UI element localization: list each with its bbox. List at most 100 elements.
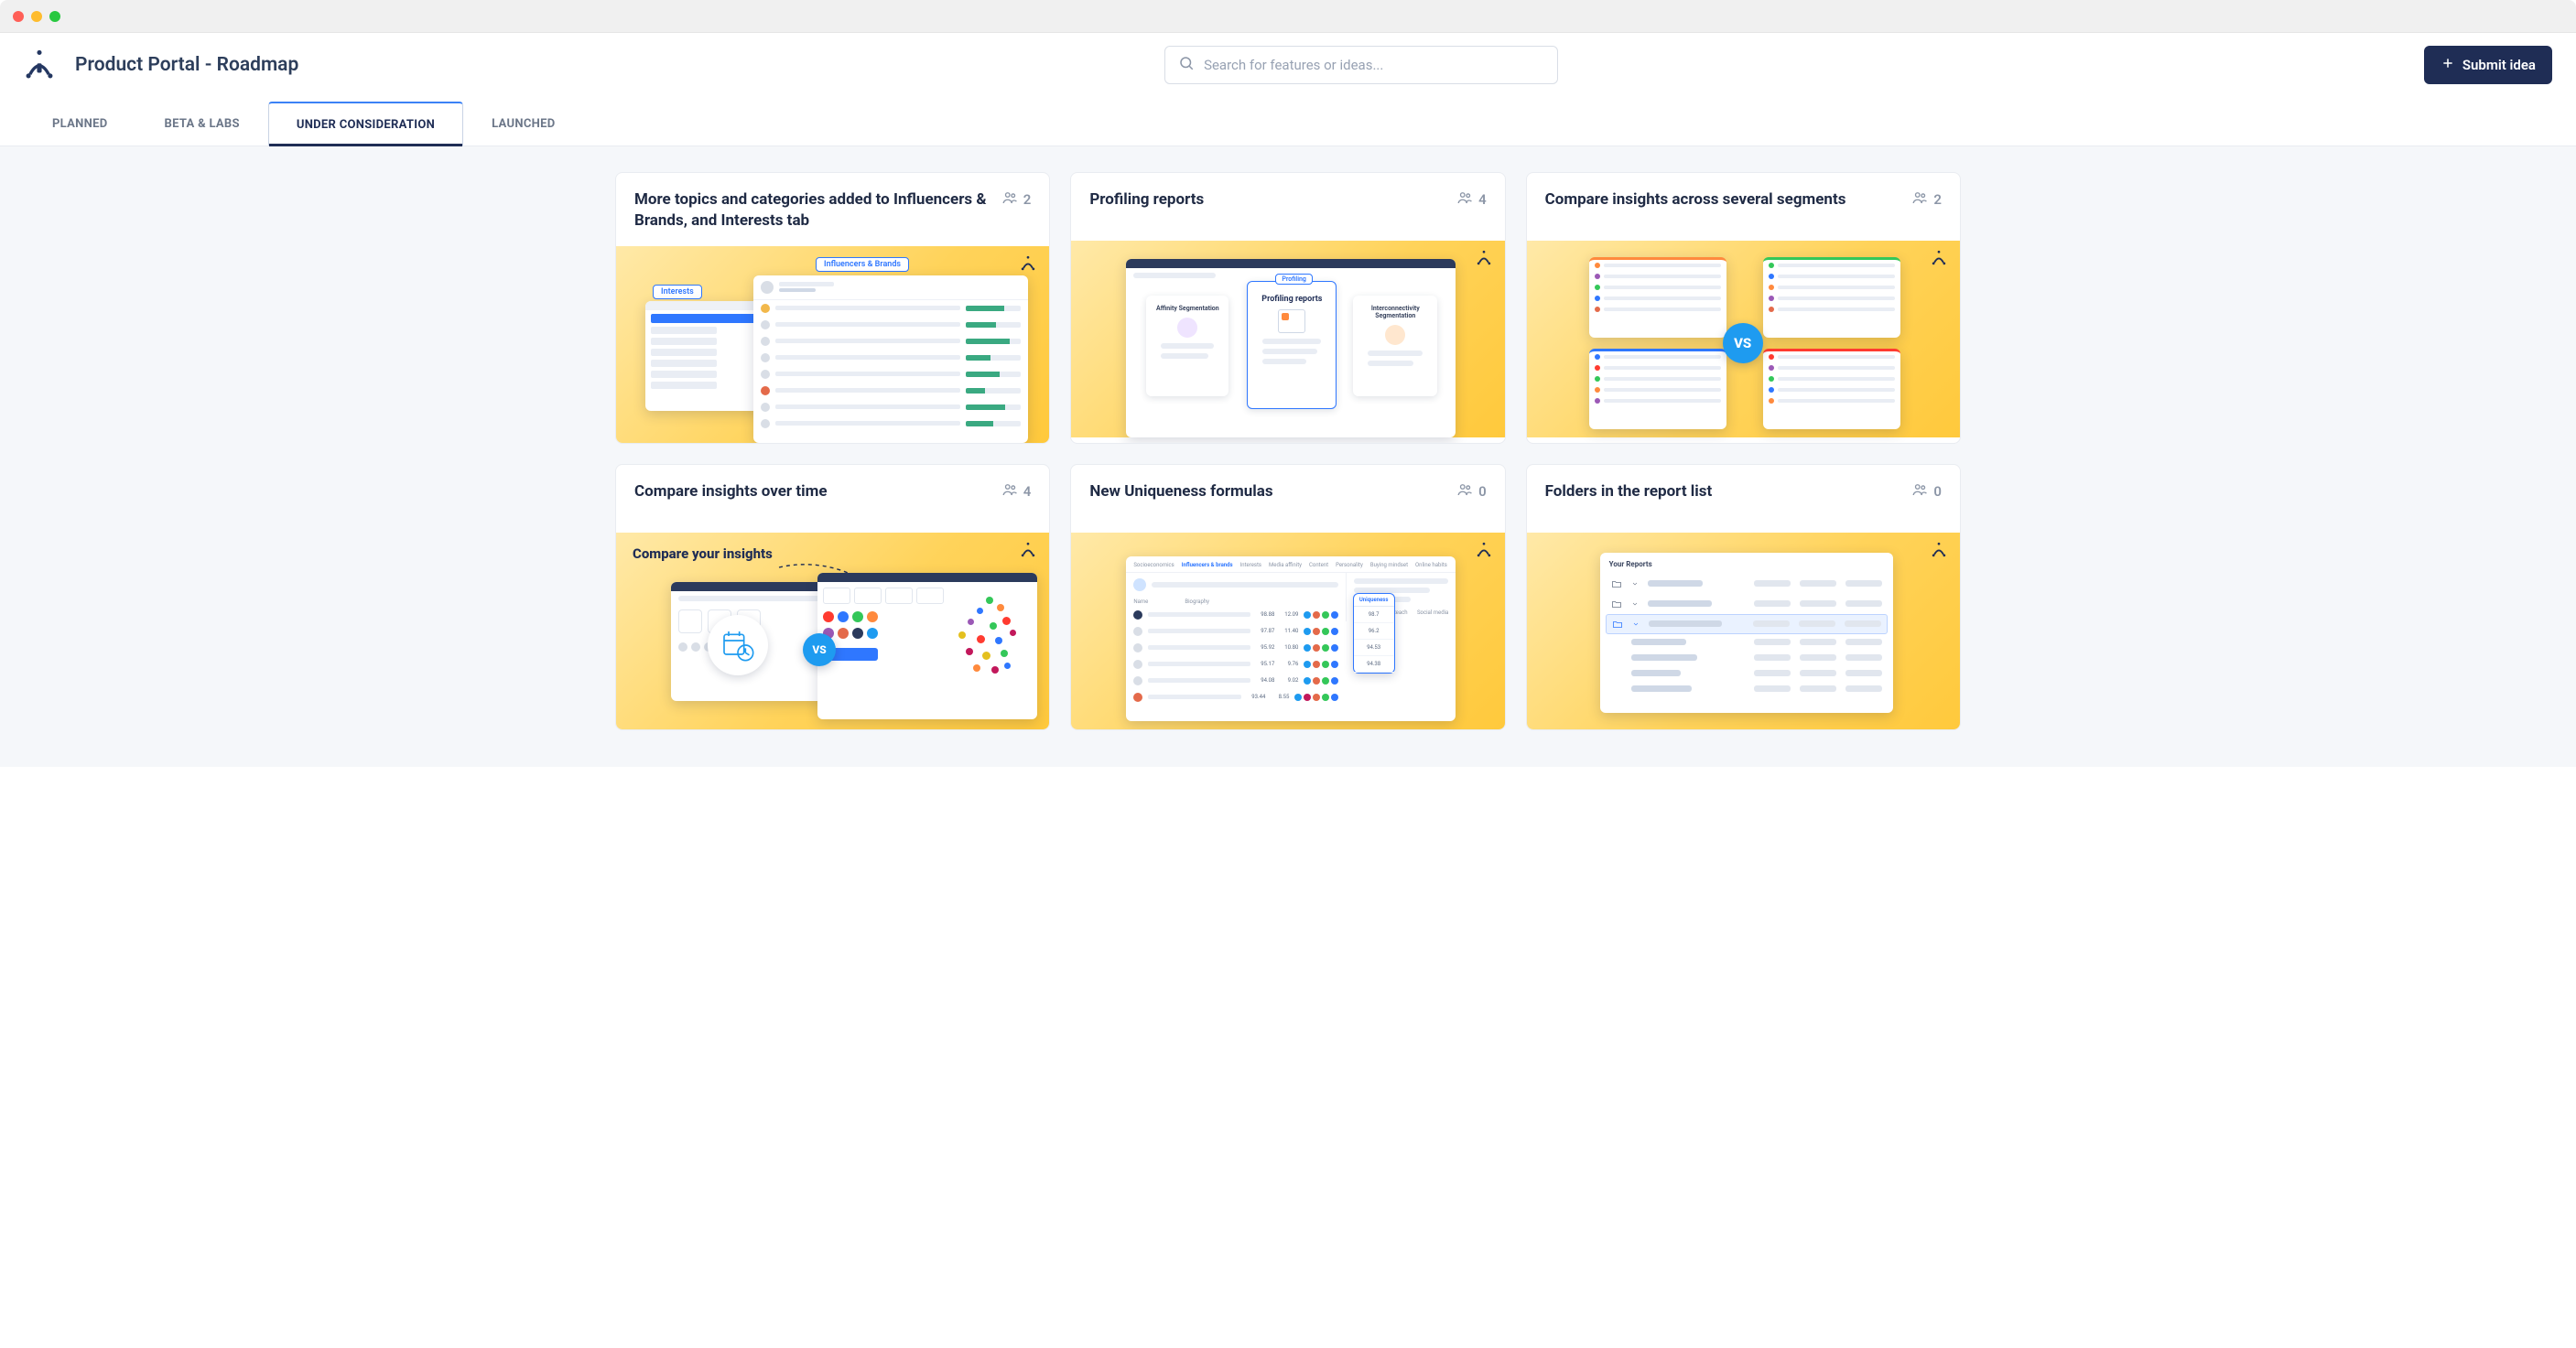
tab-label: PLANNED (52, 117, 107, 131)
popup-value: 94.53 (1354, 640, 1394, 656)
vs-badge: VS (803, 633, 836, 666)
vote-number: 0 (1478, 483, 1487, 500)
tab-label: LAUNCHED (492, 117, 555, 131)
brand-mini-icon (1476, 542, 1492, 562)
preview-headline: Compare your insights (633, 545, 773, 562)
card-header: Folders in the report list 0 (1527, 465, 1960, 533)
folder-icon (1611, 578, 1622, 589)
mock-window (645, 301, 764, 411)
card-title: Folders in the report list (1545, 481, 1898, 502)
mock-window (1763, 349, 1900, 429)
tab-label: BETA & LABS (164, 117, 239, 131)
search-wrap (319, 46, 2404, 84)
traffic-light-zoom[interactable] (49, 11, 60, 22)
card-preview: VS (1527, 241, 1960, 437)
users-icon (1911, 189, 1928, 210)
card-preview: Interests Influencers & Brands (616, 246, 1049, 443)
vote-count[interactable]: 0 (1456, 481, 1487, 501)
vote-count[interactable]: 2 (1001, 189, 1032, 210)
brand-mini-icon (1476, 250, 1492, 270)
mock-card: Interconnectivity Segmentation (1353, 296, 1437, 396)
mock-window: SocioeconomicsInfluencers & brandsIntere… (1126, 556, 1456, 721)
idea-card[interactable]: New Uniqueness formulas 0 Socioeconomics… (1070, 464, 1505, 730)
idea-card[interactable]: Compare insights over time 4 Compare you… (615, 464, 1050, 730)
vote-count[interactable]: 4 (1456, 189, 1487, 210)
submit-idea-label: Submit idea (2462, 57, 2536, 73)
status-tabs: PLANNED BETA & LABS UNDER CONSIDERATION … (0, 101, 2576, 146)
brand-mini-icon (1020, 255, 1036, 275)
chevron-down-icon (1631, 580, 1639, 588)
mock-card-active: Profiling Profiling reports (1247, 281, 1337, 409)
mock-window (753, 275, 1028, 443)
popup-header: Uniqueness (1354, 594, 1394, 607)
brand-mini-icon (1931, 542, 1947, 562)
page-title: Product Portal - Roadmap (75, 54, 298, 76)
users-icon (1001, 481, 1018, 501)
vs-badge: VS (1723, 323, 1763, 363)
mock-pill: Profiling (1275, 274, 1313, 285)
card-preview: Compare your insights (616, 533, 1049, 729)
card-header: New Uniqueness formulas 0 (1071, 465, 1504, 533)
idea-card[interactable]: Compare insights across several segments… (1526, 172, 1961, 444)
users-icon (1456, 481, 1473, 501)
brand-mini-icon (1020, 542, 1036, 562)
folder-icon (1611, 599, 1622, 609)
brand-mini-icon (1931, 250, 1947, 270)
card-header: More topics and categories added to Infl… (616, 173, 1049, 246)
card-grid: More topics and categories added to Infl… (615, 172, 1961, 730)
mock-card-title: Affinity Segmentation (1153, 305, 1221, 312)
folder-open-icon (1612, 619, 1623, 630)
search-icon (1178, 55, 1195, 75)
vote-number: 4 (1478, 191, 1487, 208)
card-header: Compare insights over time 4 (616, 465, 1049, 533)
popup-value: 96.2 (1354, 623, 1394, 640)
users-icon (1001, 189, 1018, 210)
search-box[interactable] (1164, 46, 1558, 84)
submit-idea-button[interactable]: Submit idea (2424, 46, 2552, 84)
card-header: Profiling reports 4 (1071, 173, 1504, 241)
idea-card[interactable]: Profiling reports 4 Affinity Segmentatio… (1070, 172, 1505, 444)
tab-label: UNDER CONSIDERATION (297, 118, 435, 132)
tab-under-consideration[interactable]: UNDER CONSIDERATION (268, 102, 463, 146)
tab-launched[interactable]: LAUNCHED (463, 102, 583, 146)
uniqueness-popup: Uniqueness 98.7 96.2 94.53 94.38 (1353, 593, 1395, 674)
card-preview: Affinity Segmentation Profiling Profilin… (1071, 241, 1504, 437)
idea-card[interactable]: Folders in the report list 0 Your Report… (1526, 464, 1961, 730)
vote-count[interactable]: 0 (1911, 481, 1942, 501)
mock-window (817, 573, 1037, 719)
vote-number: 2 (1933, 191, 1942, 208)
tab-beta-labs[interactable]: BETA & LABS (135, 102, 267, 146)
plus-icon (2441, 56, 2455, 74)
tab-planned[interactable]: PLANNED (24, 102, 135, 146)
users-icon (1456, 189, 1473, 210)
popup-value: 94.38 (1354, 656, 1394, 673)
card-preview: Your Reports (1527, 533, 1960, 729)
search-input[interactable] (1204, 57, 1544, 73)
brand-logo-icon (24, 49, 55, 81)
card-title: Compare insights across several segments (1545, 189, 1898, 210)
idea-card[interactable]: More topics and categories added to Infl… (615, 172, 1050, 444)
calendar-clock-icon (708, 615, 768, 675)
traffic-light-minimize[interactable] (31, 11, 42, 22)
card-title: More topics and categories added to Infl… (634, 189, 987, 232)
chevron-down-icon (1632, 620, 1640, 628)
vote-count[interactable]: 4 (1001, 481, 1032, 501)
mock-window (1589, 349, 1726, 429)
users-icon (1911, 481, 1928, 501)
traffic-light-close[interactable] (13, 11, 24, 22)
chevron-down-icon (1631, 600, 1639, 608)
popup-value: 98.7 (1354, 607, 1394, 623)
card-preview: SocioeconomicsInfluencers & brandsIntere… (1071, 533, 1504, 729)
vote-number: 2 (1023, 191, 1032, 208)
vote-number: 0 (1933, 483, 1942, 500)
mock-card: Affinity Segmentation (1146, 296, 1228, 396)
card-title: Compare insights over time (634, 481, 987, 502)
pill-interests: Interests (653, 285, 702, 299)
mock-panel-header: Your Reports (1600, 553, 1893, 574)
mock-window (1763, 257, 1900, 338)
board: More topics and categories added to Infl… (0, 146, 2576, 767)
card-title: Profiling reports (1089, 189, 1442, 210)
vote-count[interactable]: 2 (1911, 189, 1942, 210)
mock-card-title: Interconnectivity Segmentation (1360, 305, 1430, 319)
card-title: New Uniqueness formulas (1089, 481, 1442, 502)
